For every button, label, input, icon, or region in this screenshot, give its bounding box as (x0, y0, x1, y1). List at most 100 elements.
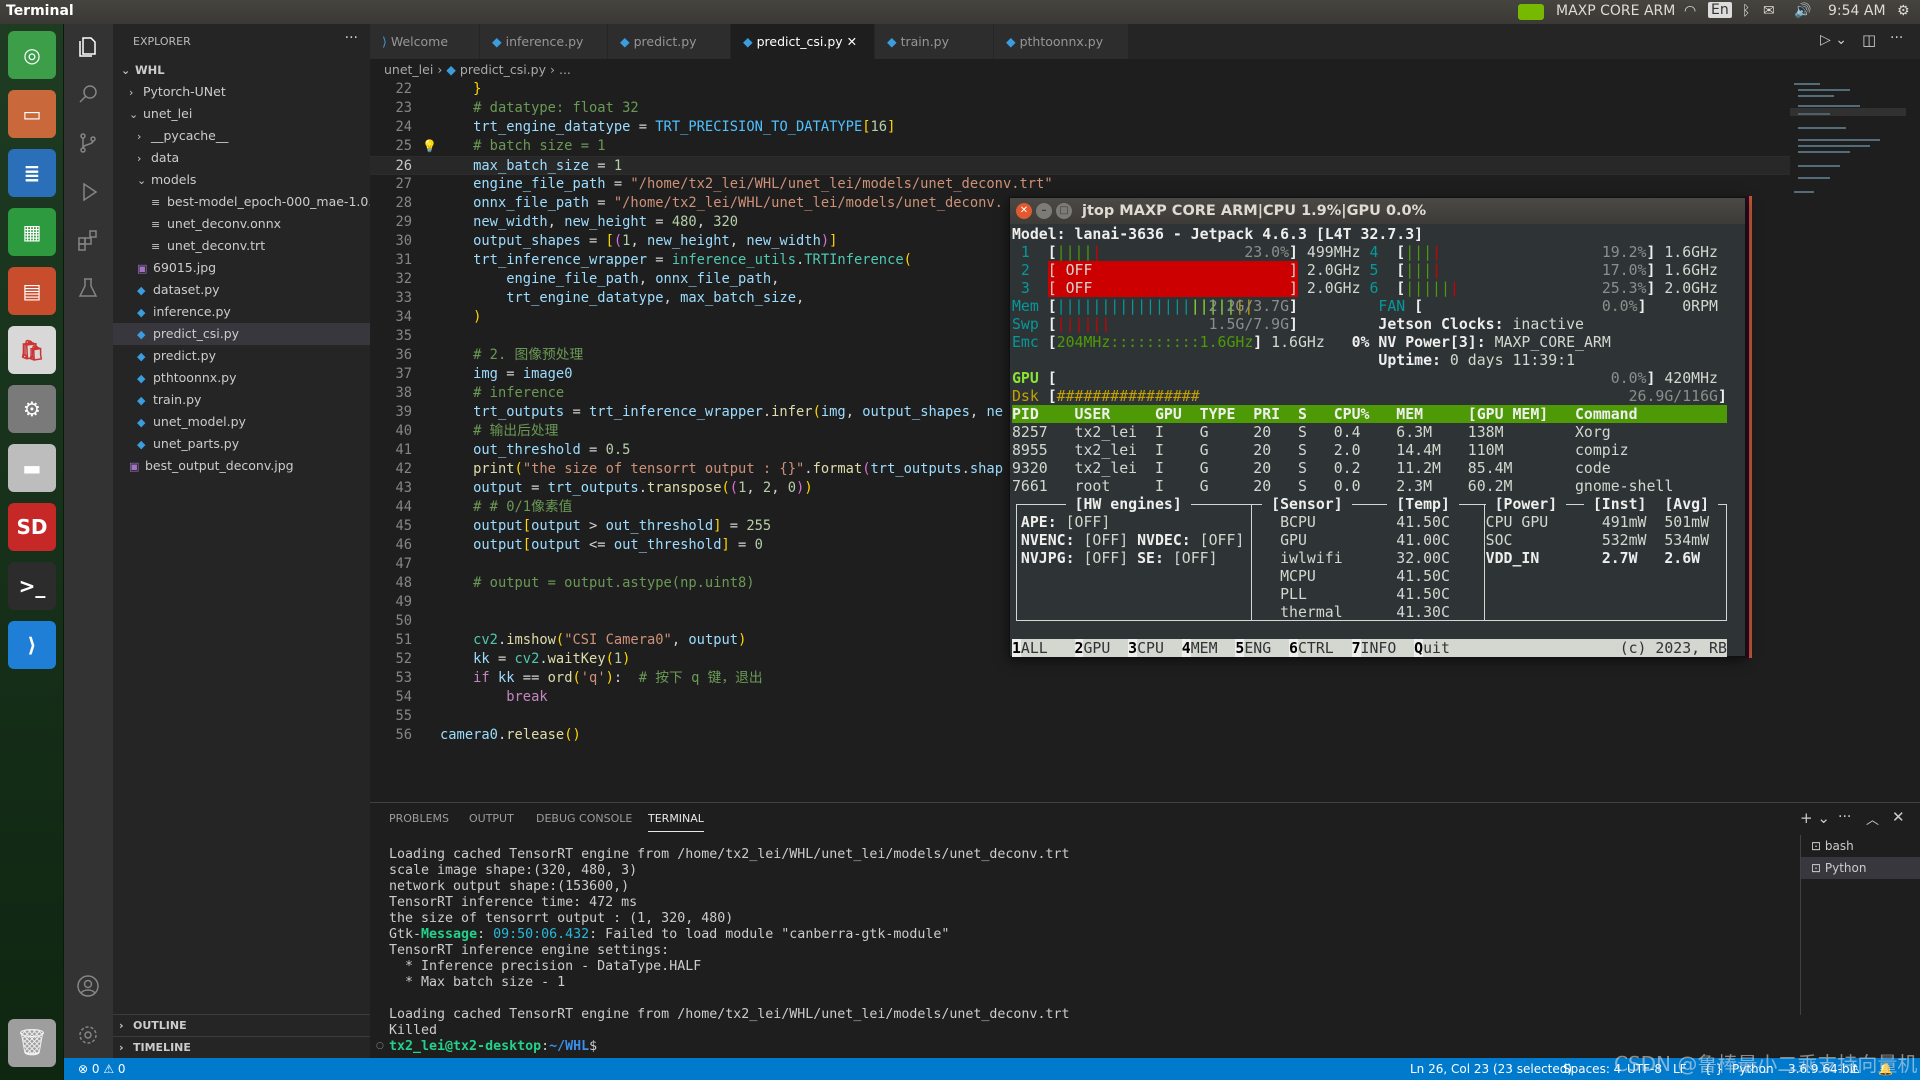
tree-item[interactable]: ◆ unet_parts.py (113, 433, 370, 455)
window-title-bar[interactable]: ✕ – □ jtop MAXP CORE ARM|CPU 1.9%|GPU 0.… (1010, 198, 1745, 224)
footer-tab-gpu[interactable]: GPU (1083, 639, 1110, 657)
wifi-icon[interactable]: ◠ (1684, 3, 1696, 19)
tree-item[interactable]: ⌄ models (113, 169, 370, 191)
tab-output[interactable]: OUTPUT (469, 812, 514, 825)
tree-item[interactable]: ▣ 69015.jpg (113, 257, 370, 279)
jtop-screen[interactable]: Model: lanai-3636 - Jetpack 4.6.3 [L4T 3… (1012, 225, 1745, 657)
code-line[interactable]: 24 trt_engine_datatype = TRT_PRECISION_T… (370, 118, 1790, 137)
trash-icon[interactable]: 🗑 (8, 1019, 56, 1067)
tree-item[interactable]: › data (113, 147, 370, 169)
tab-predict_csi-py[interactable]: ◆ predict_csi.py ✕ (731, 24, 875, 59)
minimap[interactable] (1790, 80, 1906, 210)
close-panel-icon[interactable]: ✕ (1892, 808, 1905, 826)
more-actions-icon[interactable]: ··· (345, 30, 358, 46)
tab-train-py[interactable]: ◆ train.py (875, 24, 994, 59)
tab-welcome[interactable]: ⟩ Welcome (370, 24, 480, 59)
disk-icon[interactable]: ▬ (8, 444, 56, 492)
code-line[interactable]: 25 # batch size = 1 💡 (370, 137, 1790, 156)
ubuntu-software-icon[interactable]: ◎ (8, 31, 56, 79)
cursor-position[interactable]: Ln 26, Col 23 (23 selected) (1410, 1058, 1572, 1080)
bluetooth-icon[interactable]: ᛒ (1742, 3, 1750, 19)
explorer-icon[interactable] (76, 35, 100, 59)
tree-item[interactable]: ≡ unet_deconv.trt (113, 235, 370, 257)
footer-key[interactable]: 4 (1181, 639, 1191, 657)
footer-key[interactable]: 7 (1351, 639, 1361, 657)
run-python-file-icon[interactable]: ▷ ⌄ (1820, 32, 1847, 48)
lightbulb-icon[interactable]: 💡 (422, 137, 437, 156)
maximize-panel-icon[interactable]: ︿ (1866, 809, 1879, 828)
clock[interactable]: 9:54 AM (1828, 3, 1886, 19)
tab-problems[interactable]: PROBLEMS (389, 812, 449, 825)
editor-more-icon[interactable]: ··· (1890, 30, 1903, 46)
outline-section[interactable]: › OUTLINE (113, 1014, 370, 1036)
tree-item[interactable]: ≡ best-model_epoch-000_mae-1.0... (113, 191, 370, 213)
settings-gear-icon[interactable] (76, 1023, 100, 1047)
terminal-instance[interactable]: ⊡ Python (1801, 857, 1920, 879)
vscode-icon[interactable]: ⟩ (8, 621, 56, 669)
power-mode-indicator[interactable]: MAXP CORE ARM (1556, 3, 1675, 19)
account-icon[interactable] (76, 974, 100, 998)
writer-icon[interactable]: ≣ (8, 149, 56, 197)
timeline-section[interactable]: › TIMELINE (113, 1036, 370, 1058)
footer-tab-ctrl[interactable]: CTRL (1298, 639, 1334, 657)
tab-debug-console[interactable]: DEBUG CONSOLE (536, 812, 632, 825)
code-line[interactable]: 54 break (370, 688, 1790, 707)
terminal-output[interactable]: Loading cached TensorRT engine from /hom… (389, 847, 1069, 1055)
tab-inference-py[interactable]: ◆ inference.py (480, 24, 608, 59)
breadcrumb-file[interactable]: predict_csi.py (460, 62, 546, 77)
tree-item[interactable]: ⌄ unet_lei (113, 103, 370, 125)
tree-item[interactable]: ◆ dataset.py (113, 279, 370, 301)
tree-item[interactable]: ▣ best_output_deconv.jpg (113, 455, 370, 477)
volume-icon[interactable]: 🔊 (1794, 3, 1811, 19)
calc-icon[interactable]: ▦ (8, 208, 56, 256)
tree-item[interactable]: ≡ unet_deconv.onnx (113, 213, 370, 235)
jtop-terminal-window[interactable]: ✕ – □ jtop MAXP CORE ARM|CPU 1.9%|GPU 0.… (1009, 197, 1746, 657)
files-icon[interactable]: ▭ (8, 90, 56, 138)
power-gear-icon[interactable]: ⚙ (1897, 3, 1910, 19)
tree-item[interactable]: ◆ predict_csi.py (113, 323, 370, 345)
footer-tab-eng[interactable]: ENG (1244, 639, 1271, 657)
code-line[interactable]: 26 max_batch_size = 1 (370, 156, 1790, 175)
problems-status[interactable]: ⊗ 0 ⚠ 0 (78, 1058, 126, 1080)
code-line[interactable]: 55 (370, 707, 1790, 726)
panel-more-icon[interactable]: ··· (1838, 809, 1851, 825)
tab-predict-py[interactable]: ◆ predict.py (608, 24, 731, 59)
breadcrumb-symbols[interactable]: ... (559, 62, 571, 77)
new-terminal-icon[interactable]: + ⌄ (1800, 809, 1830, 827)
tree-item[interactable]: ◆ pthtoonnx.py (113, 367, 370, 389)
minimize-window-icon[interactable]: – (1036, 203, 1052, 219)
software-center-icon[interactable]: 🛍 (8, 326, 56, 374)
indentation[interactable]: Spaces: 4 (1563, 1058, 1621, 1080)
run-debug-icon[interactable] (76, 180, 100, 204)
terminal-icon[interactable]: >_ (8, 562, 56, 610)
close-window-icon[interactable]: ✕ (1016, 203, 1032, 219)
source-control-icon[interactable] (76, 131, 100, 155)
impress-icon[interactable]: ▤ (8, 267, 56, 315)
footer-key[interactable]: 6 (1289, 639, 1298, 657)
tab-pthtoonnx-py[interactable]: ◆ pthtoonnx.py (994, 24, 1129, 59)
language-indicator[interactable]: En (1708, 2, 1732, 18)
maximize-window-icon[interactable]: □ (1056, 203, 1072, 219)
extensions-icon[interactable] (76, 228, 100, 252)
terminal-instance[interactable]: ⊡ bash (1801, 835, 1920, 857)
split-editor-icon[interactable]: ◫ (1862, 31, 1876, 49)
testing-flask-icon[interactable] (76, 276, 100, 300)
close-tab-icon[interactable]: ✕ (843, 34, 857, 49)
footer-key[interactable]: 1 (1012, 639, 1021, 657)
footer-tab-info[interactable]: INFO (1361, 639, 1397, 657)
system-settings-icon[interactable]: ⚙ (8, 385, 56, 433)
footer-tab-all[interactable]: ALL (1021, 639, 1048, 657)
search-icon[interactable] (76, 82, 100, 106)
footer-key[interactable]: Q (1414, 639, 1424, 657)
footer-key[interactable]: 2 (1074, 639, 1084, 657)
mail-icon[interactable]: ✉ (1763, 3, 1775, 19)
tree-item[interactable]: ◆ unet_model.py (113, 411, 370, 433)
tree-item[interactable]: ◆ predict.py (113, 345, 370, 367)
tree-item[interactable]: › Pytorch-UNet (113, 81, 370, 103)
tab-terminal[interactable]: TERMINAL (648, 812, 704, 832)
code-line[interactable]: 27 engine_file_path = "/home/tx2_lei/WHL… (370, 175, 1790, 194)
footer-tab-cpu[interactable]: CPU (1137, 639, 1164, 657)
nvidia-icon[interactable] (1518, 4, 1544, 20)
footer-key[interactable]: 3 (1128, 639, 1138, 657)
footer-tab-uit[interactable]: uit (1423, 639, 1450, 657)
